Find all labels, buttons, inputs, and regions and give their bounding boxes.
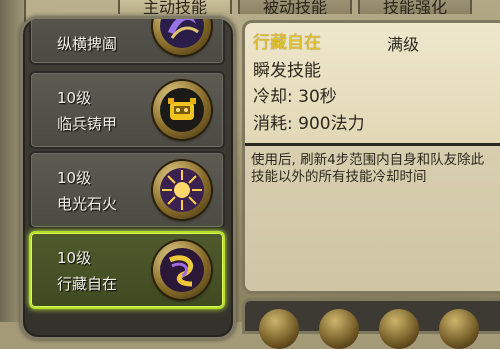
skill-item-linbing[interactable]: 10级 临兵铸甲 <box>29 71 225 149</box>
description-box: 使用后, 刷新4步范围内自身和队友除此技能以外的所有技能冷却时间 <box>245 146 500 291</box>
skill-name: 纵横捭阖 <box>57 35 118 53</box>
skill-level: 10级 <box>57 169 92 187</box>
detail-level: 满级 <box>387 35 420 54</box>
skill-name: 临兵铸甲 <box>57 115 118 133</box>
skill-name: 行藏自在 <box>57 275 118 293</box>
detail-title: 行藏自在 <box>253 33 321 53</box>
purple-swirl-icon <box>153 19 211 55</box>
skill-item-zongheng[interactable]: 纵横捭阖 <box>29 19 225 65</box>
skill-detail-panel: 行藏自在 满级 瞬发技能 冷却: 30秒 消耗: 900法力 使用后, 刷新4步… <box>242 20 500 294</box>
bottom-skill-slots <box>242 298 500 349</box>
skill-slot-icon[interactable] <box>319 309 359 349</box>
detail-type: 瞬发技能 <box>253 61 321 81</box>
skill-level: 10级 <box>57 89 92 107</box>
skill-item-dianguang[interactable]: 10级 电光石火 <box>29 151 225 229</box>
golden-armor-icon <box>153 81 211 139</box>
detail-cost: 消耗: 900法力 <box>253 114 365 134</box>
detail-header: 行藏自在 满级 瞬发技能 冷却: 30秒 消耗: 900法力 <box>245 23 500 143</box>
skill-slot-icon[interactable] <box>439 309 479 349</box>
purple-gold-swirl-icon <box>153 241 211 299</box>
skill-name: 电光石火 <box>57 195 118 213</box>
skill-tabs: 主动技能 被动技能 技能强化 <box>118 0 472 14</box>
tab-skill-enhance[interactable]: 技能强化 <box>358 0 472 14</box>
skill-item-xingcang[interactable]: 10级 行藏自在 <box>29 231 225 309</box>
tab-passive-skills[interactable]: 被动技能 <box>238 0 352 14</box>
skill-level: 10级 <box>57 249 92 267</box>
detail-cooldown: 冷却: 30秒 <box>253 87 337 107</box>
skill-list: 纵横捭阖 10级 临兵铸甲 10级 电光石火 10级 行藏自在 <box>20 16 236 340</box>
skill-slot-icon[interactable] <box>379 309 419 349</box>
tab-active-skills[interactable]: 主动技能 <box>118 0 232 14</box>
skill-slot-icon[interactable] <box>259 309 299 349</box>
spark-burst-icon <box>153 161 211 219</box>
detail-description: 使用后, 刷新4步范围内自身和队友除此技能以外的所有技能冷却时间 <box>251 152 485 185</box>
